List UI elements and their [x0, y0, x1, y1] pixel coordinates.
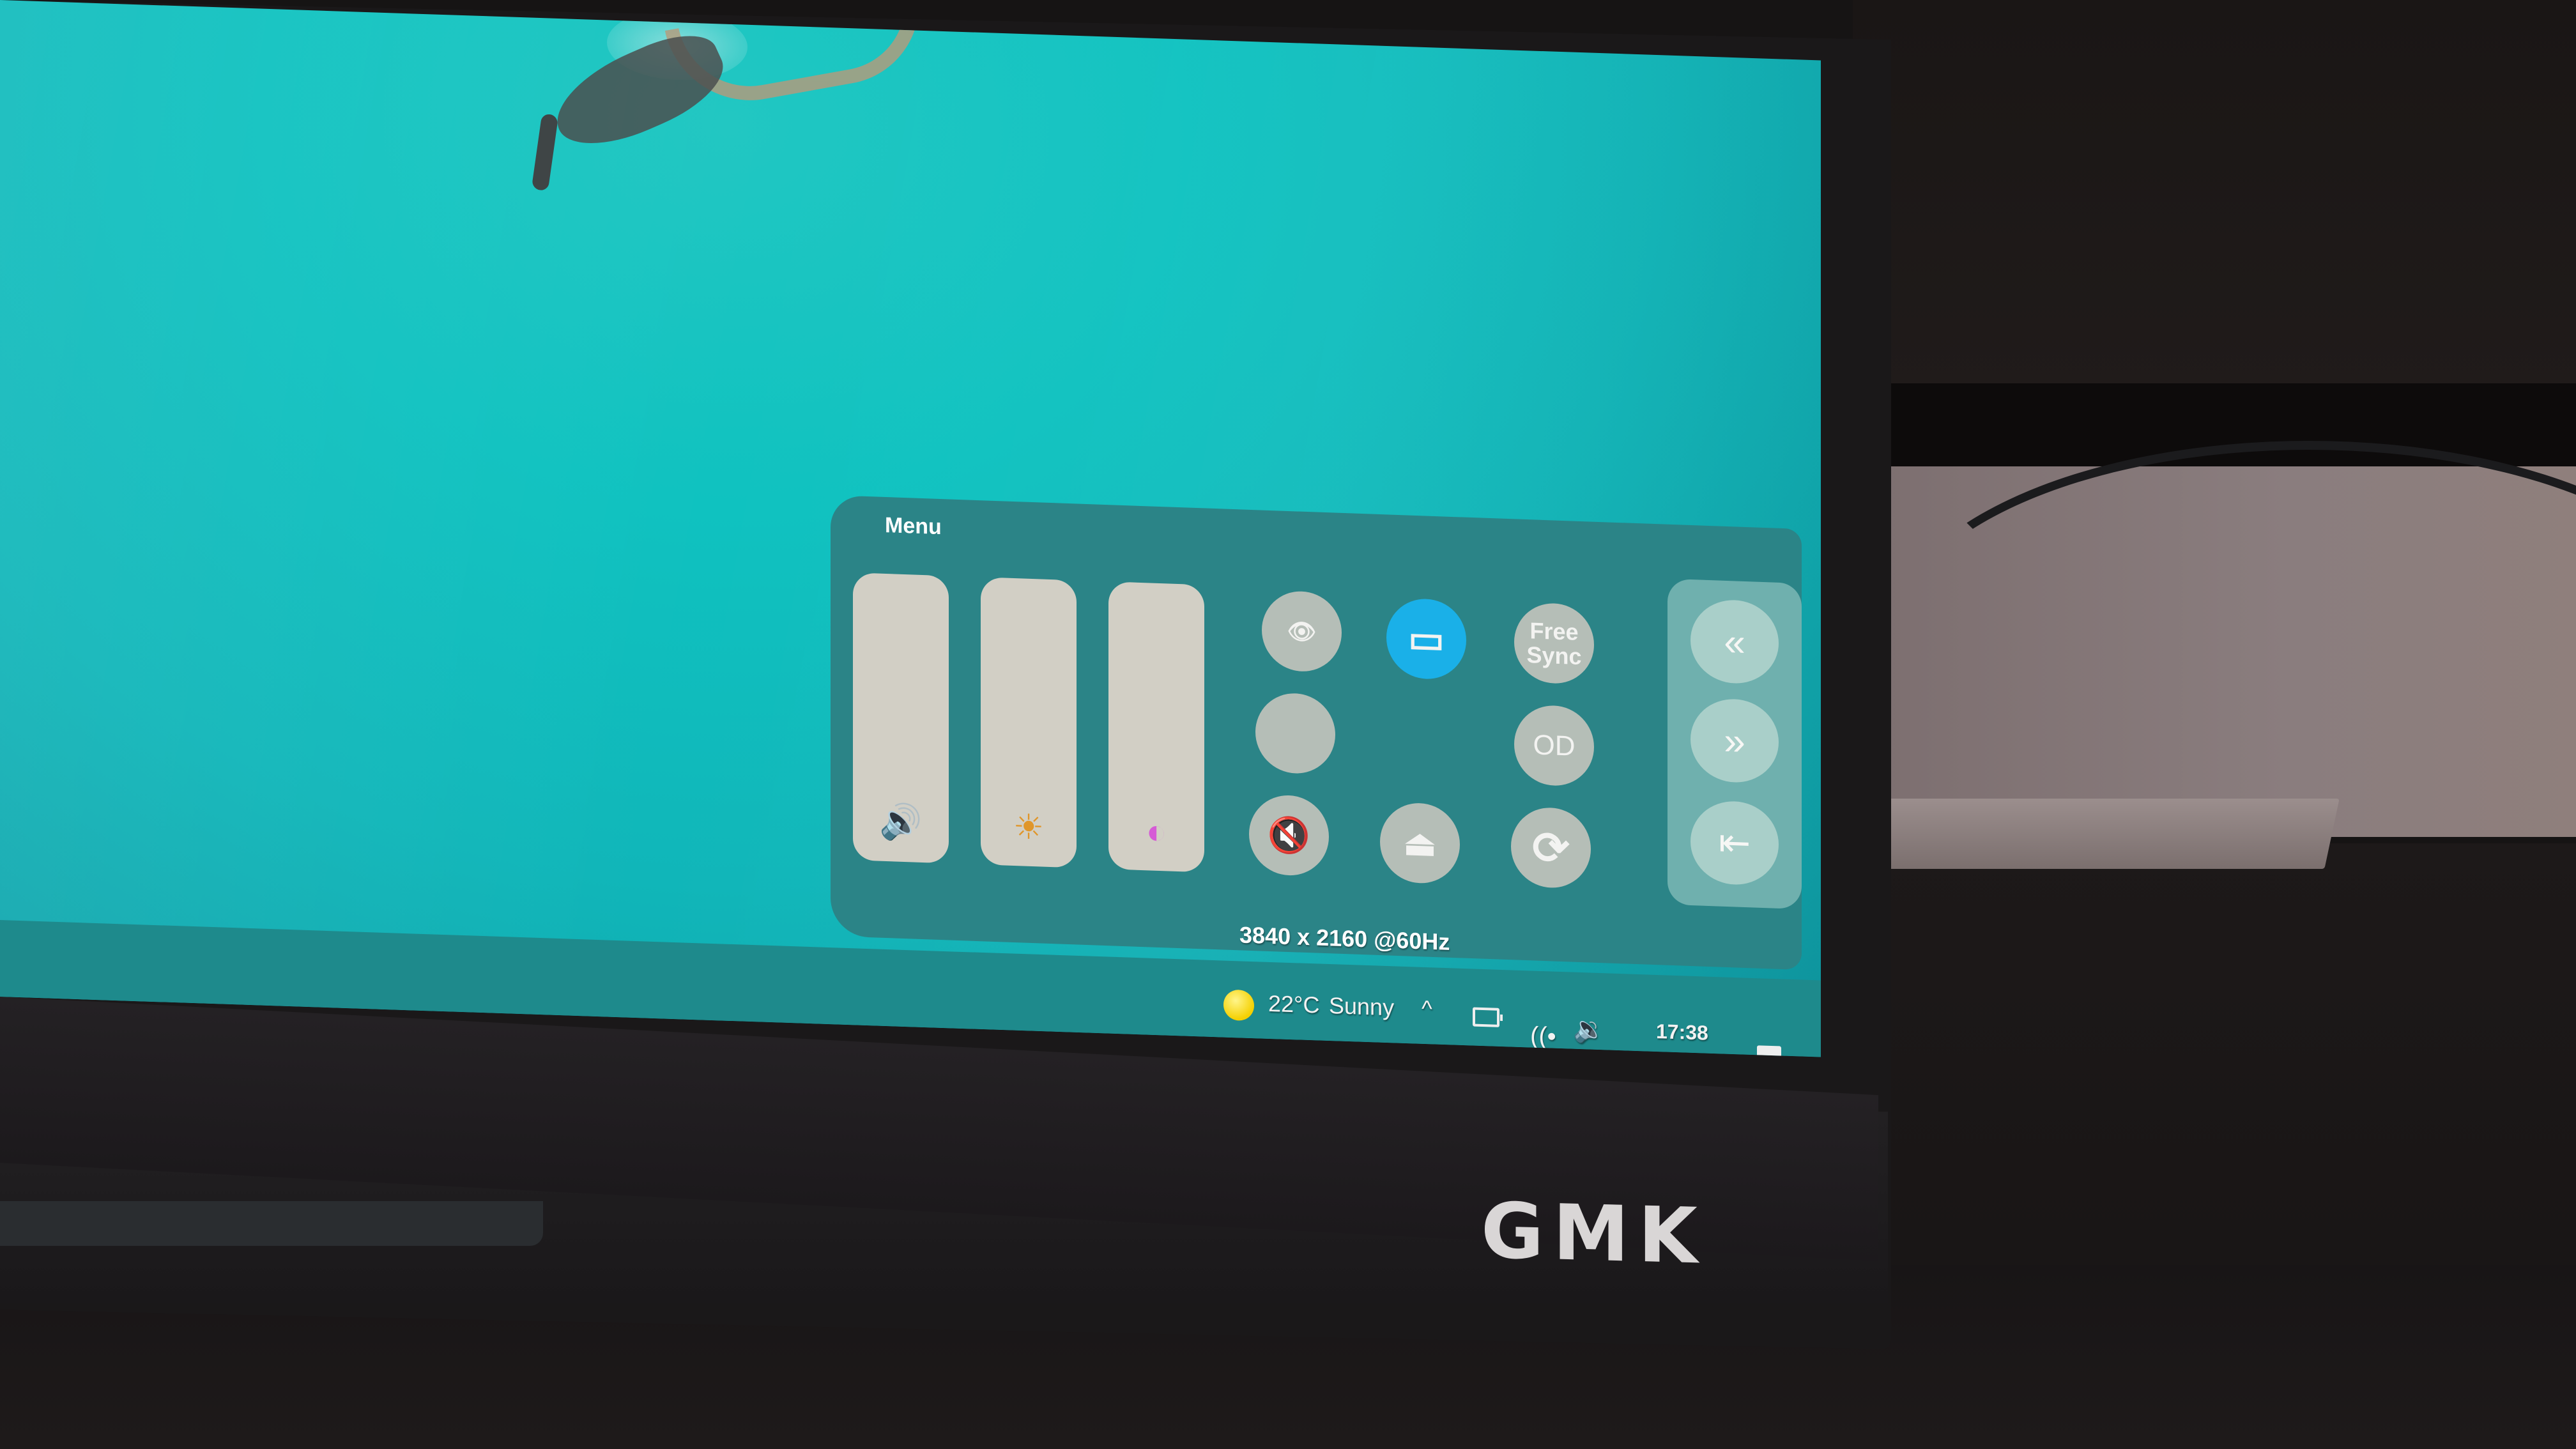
sun-icon: ☀: [1013, 807, 1045, 847]
eye-icon: 👁: [1287, 617, 1317, 645]
eye-care-button[interactable]: 👁: [1262, 590, 1342, 673]
double-chevron-right-icon: »: [1724, 719, 1745, 763]
freesync-button[interactable]: Free Sync: [1514, 602, 1594, 685]
contrast-icon: ◐: [1146, 812, 1167, 852]
osd-title: Menu: [885, 512, 942, 540]
freesync-label-line1: Free: [1529, 617, 1579, 645]
usb-c-input-button[interactable]: ▭: [1386, 597, 1466, 680]
clock-time[interactable]: 17:38: [1656, 1020, 1708, 1045]
osd-nav-panel: « » ⇤: [1667, 578, 1802, 910]
exit-icon: ⇤: [1718, 820, 1751, 865]
speaker-icon: 🔊: [879, 802, 923, 843]
battery-icon[interactable]: [1473, 1007, 1499, 1027]
refresh-icon: ⟳: [1532, 822, 1570, 873]
hdmi-icon: ⏏: [1403, 823, 1437, 863]
volume-slider[interactable]: 🔊: [853, 572, 949, 864]
mute-icon: 🔇: [1267, 815, 1311, 855]
mute-button[interactable]: 🔇: [1249, 793, 1329, 877]
volume-icon[interactable]: 🔉: [1573, 1014, 1605, 1045]
brand-logo: GMK: [1481, 1186, 1706, 1282]
weather-condition[interactable]: Sunny: [1329, 992, 1394, 1021]
brightness-slider[interactable]: ☀: [981, 577, 1077, 868]
wallpaper-swimmer: [530, 0, 935, 234]
double-chevron-left-icon: «: [1724, 620, 1745, 664]
weather-sun-icon[interactable]: [1223, 989, 1254, 1022]
previous-button[interactable]: «: [1690, 599, 1779, 685]
tray-chevron-icon[interactable]: ^: [1422, 995, 1432, 1023]
exit-button[interactable]: ⇤: [1690, 800, 1779, 886]
resolution-readout: 3840 x 2160 @60Hz: [1239, 921, 1450, 955]
next-button[interactable]: »: [1690, 698, 1779, 784]
od-label: OD: [1533, 728, 1575, 762]
usb-c-icon: ▭: [1408, 617, 1445, 661]
contrast-slider[interactable]: ◐: [1108, 581, 1204, 873]
monitor-foot: [0, 1201, 543, 1246]
freesync-label-line2: Sync: [1526, 641, 1582, 670]
blank-button[interactable]: [1255, 692, 1335, 775]
hdmi-input-button[interactable]: ⏏: [1380, 802, 1460, 885]
wifi-icon[interactable]: ((•: [1530, 1022, 1556, 1051]
osd-menu-panel: Menu 🔊 ☀ ◐ 👁 ▭ Free Sync OD 🔇 ⏏ ⟳ « » ⇤ …: [831, 495, 1802, 970]
weather-temperature[interactable]: 22°C: [1268, 990, 1319, 1019]
overdrive-button[interactable]: OD: [1514, 704, 1594, 787]
reset-button[interactable]: ⟳: [1511, 806, 1591, 889]
